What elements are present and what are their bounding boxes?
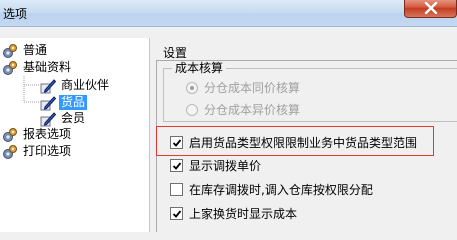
window-title: 选项 [3,7,28,21]
checkmark-icon [172,162,182,170]
gear-icon [3,127,17,142]
checkbox[interactable] [170,136,183,149]
pencil-document-icon [40,78,56,93]
checkbox-goods-type-permission[interactable]: 启用货品类型权限限制业务中货品类型范围 [170,134,417,151]
checkbox[interactable] [170,207,183,220]
tree-item-label: 打印选项 [23,144,72,158]
radio-label: 分仓成本同价核算 [204,81,301,95]
radio-button[interactable] [186,103,198,116]
checkbox-label: 显示调拨单价 [189,159,262,173]
cost-accounting-legend: 成本核算 [172,61,227,75]
gear-icon [3,60,17,75]
tree-item-label: 会员 [61,111,86,125]
pencil-document-icon [40,111,56,126]
tree-item-label: 货品 [59,95,88,110]
radio-same-price-costing[interactable]: 分仓成本同价核算 [186,79,300,96]
tree-item-member[interactable]: 会员 [40,110,87,127]
checkbox-show-transfer-price[interactable]: 显示调拨单价 [170,157,261,174]
radio-button[interactable] [186,81,198,94]
checkbox-label: 启用货品类型权限限制业务中货品类型范围 [189,136,418,150]
tree-item-label: 普通 [23,43,48,57]
gear-icon [3,144,17,159]
checkbox-label: 在库存调拨时,调入仓库按权限分配 [189,183,373,197]
tree-item-basic-data[interactable]: 基础资料 [2,59,73,76]
checkbox-label: 上家换货时显示成本 [189,207,298,221]
close-icon [424,2,438,14]
settings-title: 设置 [163,46,188,60]
tree-item-label: 基础资料 [23,60,72,74]
title-bar[interactable]: 选项 [0,0,457,27]
checkmark-icon [172,210,182,218]
radio-label: 分仓成本异价核算 [204,103,301,117]
close-button[interactable] [404,0,457,18]
checkbox[interactable] [170,183,183,196]
checkbox-show-cost-on-exchange[interactable]: 上家换货时显示成本 [170,205,297,222]
tree-item-general[interactable]: 普通 [2,42,49,59]
tree-item-business-partner[interactable]: 商业伙伴 [40,77,111,94]
pencil-document-icon [40,95,56,110]
tree-item-goods[interactable]: 货品 [40,94,88,111]
radio-different-price-costing[interactable]: 分仓成本异价核算 [186,101,300,118]
tree-item-label: 报表选项 [23,127,72,141]
gear-icon [3,43,17,58]
tree-item-report-options[interactable]: 报表选项 [2,126,73,143]
tree-item-label: 商业伙伴 [61,78,110,92]
checkbox[interactable] [170,159,183,172]
checkbox-transfer-warehouse-permission[interactable]: 在库存调拨时,调入仓库按权限分配 [170,181,373,198]
checkmark-icon [172,139,182,147]
tree-item-print-options[interactable]: 打印选项 [2,143,73,160]
options-tree[interactable]: 普通 基础资料 商业伙伴 货品 会员 报表选项 打印选项 [0,38,150,232]
options-dialog: 选项 普通 基础资料 商业伙伴 货品 会员 报表选项 打印选项 设置 成本核算 … [0,0,457,232]
